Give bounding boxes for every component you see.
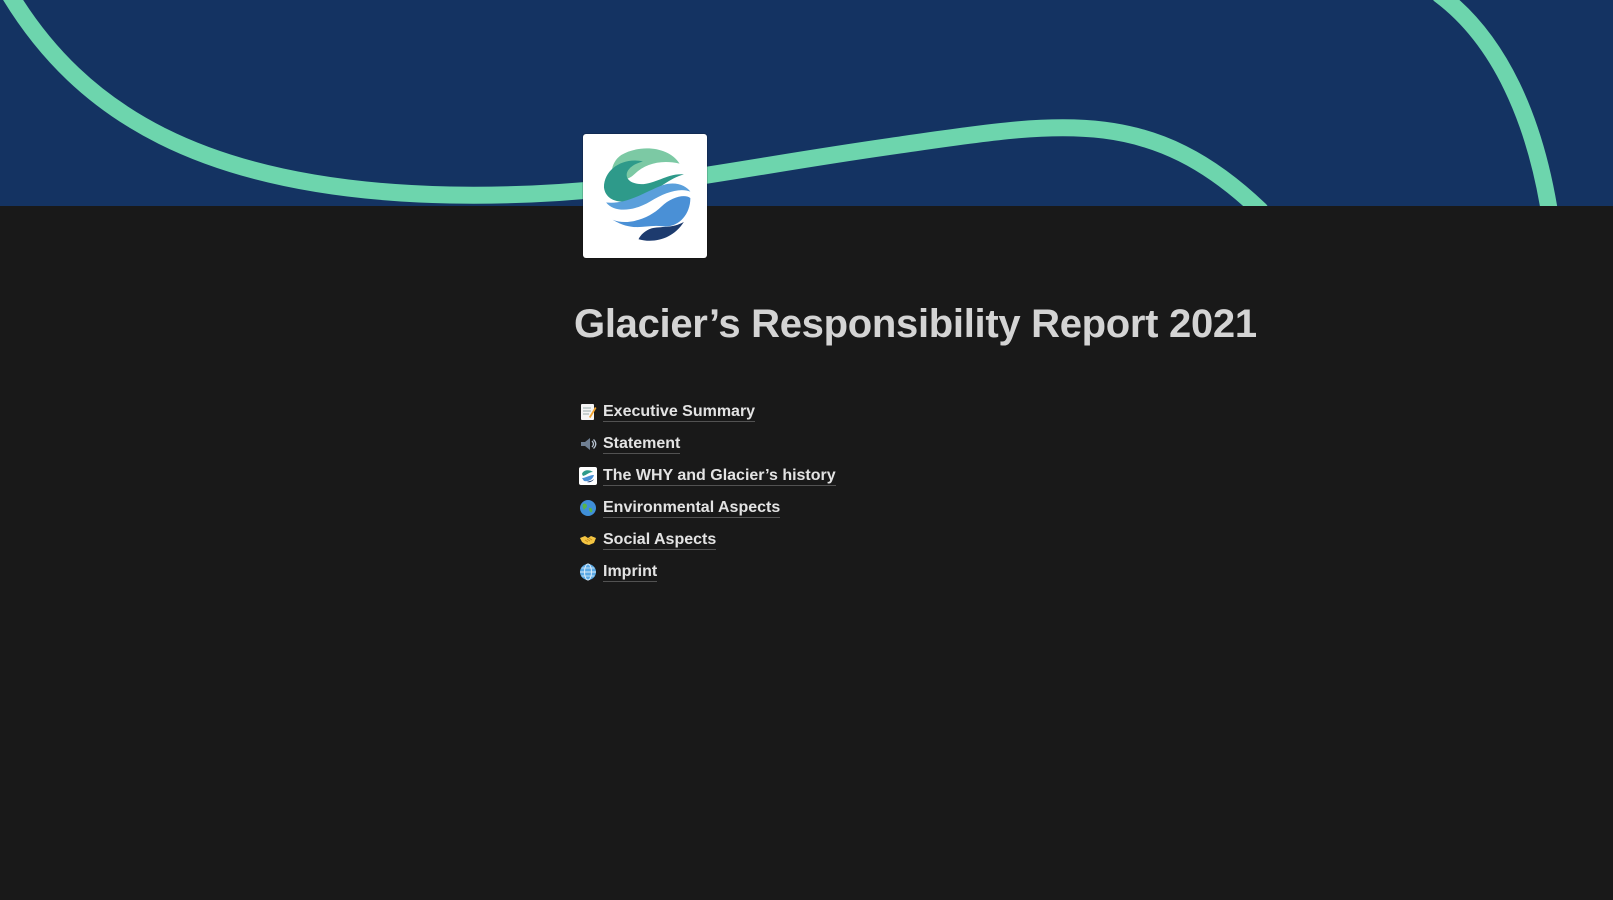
page-icon[interactable]	[583, 134, 707, 258]
page-link-label[interactable]: The WHY and Glacier’s history	[603, 466, 836, 486]
page-link-list: Executive Summary Statement The WHY and …	[578, 396, 836, 588]
page-link-imprint[interactable]: Imprint	[578, 556, 836, 588]
glacier-logo-icon	[578, 466, 598, 486]
page-link-statement[interactable]: Statement	[578, 428, 836, 460]
page-link-label[interactable]: Environmental Aspects	[603, 498, 781, 518]
notion-page: Glacier’s Responsibility Report 2021 Exe…	[0, 0, 1613, 900]
page-link-label[interactable]: Executive Summary	[603, 402, 756, 422]
page-link-label[interactable]: Statement	[603, 434, 681, 454]
globe-icon	[578, 562, 598, 582]
page-link-label[interactable]: Social Aspects	[603, 530, 717, 550]
page-title[interactable]: Glacier’s Responsibility Report 2021	[574, 302, 1257, 347]
page-link-why-history[interactable]: The WHY and Glacier’s history	[578, 460, 836, 492]
speaker-icon	[578, 434, 598, 454]
glacier-logo-icon	[595, 146, 695, 246]
page-link-label[interactable]: Imprint	[603, 562, 658, 582]
cover-banner[interactable]	[0, 0, 1613, 206]
earth-icon	[578, 498, 598, 518]
page-link-social-aspects[interactable]: Social Aspects	[578, 524, 836, 556]
memo-icon	[578, 402, 598, 422]
page-link-environmental-aspects[interactable]: Environmental Aspects	[578, 492, 836, 524]
cover-wave-graphic	[0, 0, 1613, 206]
page-link-executive-summary[interactable]: Executive Summary	[578, 396, 836, 428]
handshake-icon	[578, 530, 598, 550]
